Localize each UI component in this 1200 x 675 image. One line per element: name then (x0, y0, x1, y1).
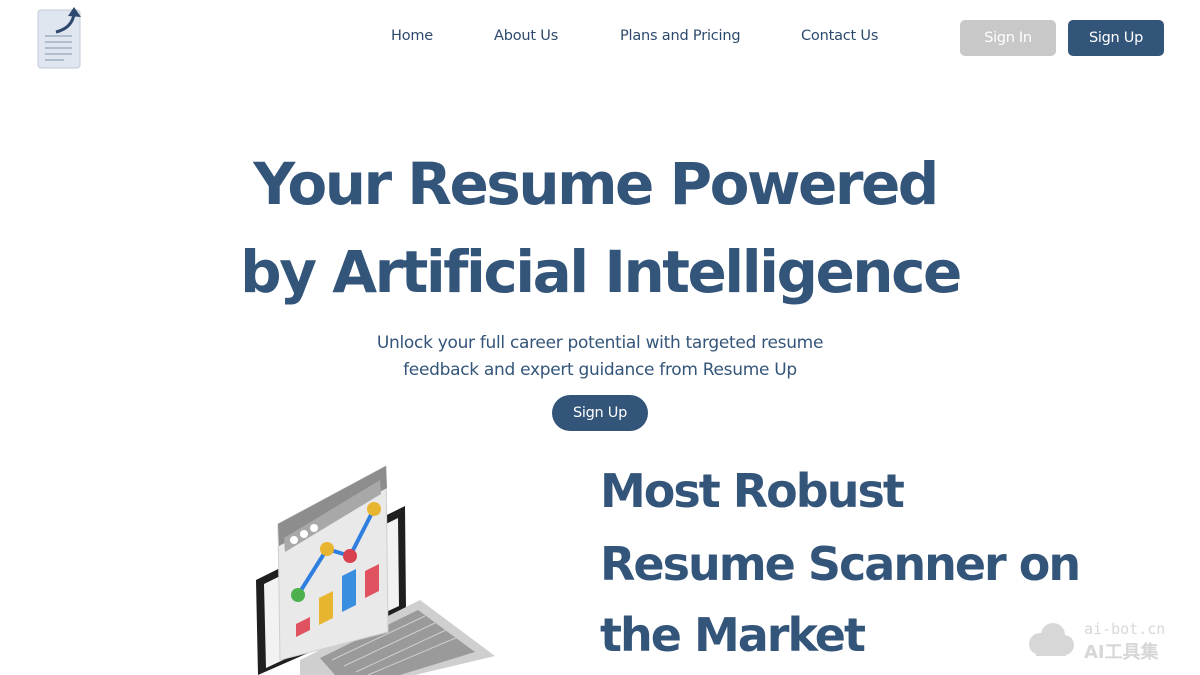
hero-subtitle-line2: feedback and expert guidance from Resume… (403, 360, 797, 380)
nav-about-link[interactable]: About Us (494, 28, 558, 44)
sign-in-button[interactable]: Sign In (960, 20, 1056, 56)
watermark-domain: ai-bot.cn (1084, 620, 1166, 638)
watermark: ai-bot.cn AI工具集 (1026, 618, 1186, 664)
laptop-analytics-icon (256, 465, 495, 675)
hero-title-line2: by Artificial Intelligence (240, 238, 962, 306)
nav-contact-link[interactable]: Contact Us (801, 28, 878, 44)
hero-title-line1: Your Resume Powered (253, 150, 939, 218)
resume-arrow-up-icon (37, 7, 81, 69)
nav-home-link[interactable]: Home (391, 28, 433, 44)
laptop-illustration (240, 460, 510, 675)
feature-title-line2: Resume Scanner on (600, 537, 1081, 591)
watermark-brand: AI工具集 (1084, 642, 1159, 663)
feature-title-line1: Most Robust (600, 464, 905, 518)
nav-pricing-link[interactable]: Plans and Pricing (620, 28, 741, 44)
feature-title-line3: the Market (600, 608, 866, 662)
hero-sign-up-button[interactable]: Sign Up (552, 395, 648, 431)
cloud-logo-icon (1029, 623, 1074, 656)
sign-up-button[interactable]: Sign Up (1068, 20, 1164, 56)
logo[interactable] (34, 6, 86, 72)
hero-subtitle-line1: Unlock your full career potential with t… (376, 333, 824, 353)
